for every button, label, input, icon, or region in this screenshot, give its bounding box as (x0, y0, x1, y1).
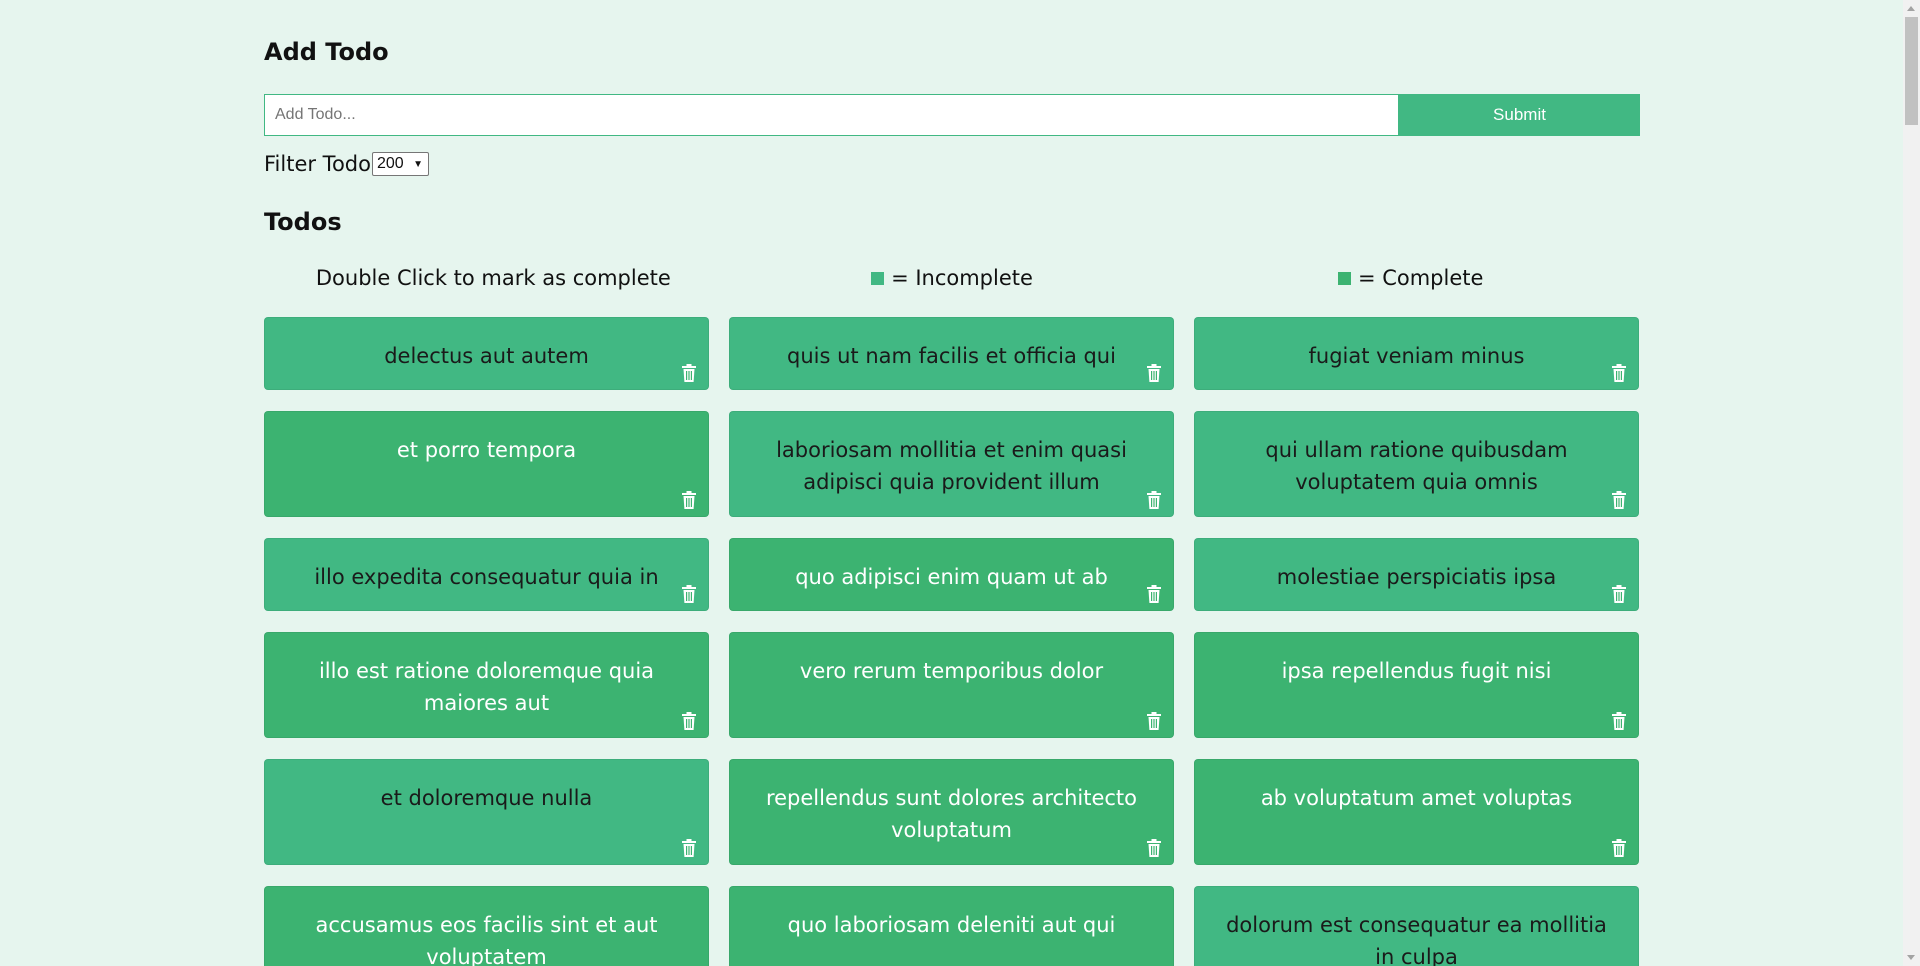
legend-hint: Double Click to mark as complete (264, 266, 723, 290)
todo-card[interactable]: delectus aut autem (264, 317, 709, 390)
todo-title: laboriosam mollitia et enim quasi adipis… (776, 438, 1127, 494)
todo-card[interactable]: qui ullam ratione quibusdam voluptatem q… (1194, 411, 1639, 517)
trash-icon[interactable] (1147, 486, 1161, 509)
trash-icon[interactable] (1612, 580, 1626, 603)
todo-title: ipsa repellendus fugit nisi (1281, 659, 1552, 683)
complete-swatch (1337, 271, 1351, 285)
todo-title: illo expedita consequatur quia in (314, 565, 659, 589)
scroll-down-icon[interactable] (1907, 955, 1915, 960)
trash-icon[interactable] (1612, 961, 1626, 966)
todo-title: et porro tempora (396, 438, 577, 462)
todo-card[interactable]: repellendus sunt dolores architecto volu… (729, 759, 1174, 865)
trash-icon[interactable] (682, 359, 696, 382)
todo-title: dolorum est consequatur ea mollitia in c… (1226, 913, 1607, 966)
todo-title: quo laboriosam deleniti aut qui (787, 913, 1116, 937)
todo-card[interactable]: quis ut nam facilis et officia qui (729, 317, 1174, 390)
add-todo-form: Submit (264, 94, 1640, 136)
todo-card[interactable]: quo adipisci enim quam ut ab (729, 538, 1174, 611)
todo-title: molestiae perspiciatis ipsa (1276, 565, 1557, 589)
submit-button[interactable]: Submit (1399, 94, 1640, 136)
trash-icon[interactable] (1612, 359, 1626, 382)
add-todo-heading: Add Todo (264, 38, 389, 66)
vertical-scrollbar[interactable] (1903, 0, 1920, 966)
trash-icon[interactable] (1612, 834, 1626, 857)
todo-card[interactable]: ipsa repellendus fugit nisi (1194, 632, 1639, 738)
trash-icon[interactable] (682, 486, 696, 509)
todo-title: repellendus sunt dolores architecto volu… (765, 786, 1138, 842)
todo-title: et doloremque nulla (380, 786, 593, 810)
todo-title: fugiat veniam minus (1308, 344, 1525, 368)
trash-icon[interactable] (1147, 834, 1161, 857)
todo-card[interactable]: illo expedita consequatur quia in (264, 538, 709, 611)
todo-title: quo adipisci enim quam ut ab (795, 565, 1108, 589)
trash-icon[interactable] (1147, 707, 1161, 730)
incomplete-swatch (871, 271, 885, 285)
trash-icon[interactable] (682, 580, 696, 603)
todo-title: illo est ratione doloremque quia maiores… (318, 659, 655, 715)
legend-complete: = Complete (1181, 266, 1640, 290)
legend-incomplete: = Incomplete (723, 266, 1182, 290)
todo-card[interactable]: ab voluptatum amet voluptas (1194, 759, 1639, 865)
trash-icon[interactable] (1147, 359, 1161, 382)
todo-card[interactable]: et doloremque nulla (264, 759, 709, 865)
todo-card[interactable]: illo est ratione doloremque quia maiores… (264, 632, 709, 738)
todo-title: quis ut nam facilis et officia qui (787, 344, 1116, 368)
todo-card[interactable]: dolorum est consequatur ea mollitia in c… (1194, 886, 1639, 966)
scrollbar-thumb[interactable] (1905, 17, 1918, 125)
filter-selected-value: 200 (376, 155, 404, 172)
todo-card[interactable]: accusamus eos facilis sint et aut volupt… (264, 886, 709, 966)
page: Add Todo Submit Filter Todo 200 ▼ Todos … (0, 0, 1920, 966)
todo-card[interactable]: molestiae perspiciatis ipsa (1194, 538, 1639, 611)
legend-incomplete-label: = Incomplete (891, 266, 1033, 290)
add-todo-input[interactable] (264, 94, 1399, 136)
todo-card[interactable]: vero rerum temporibus dolor (729, 632, 1174, 738)
todo-title: qui ullam ratione quibusdam voluptatem q… (1265, 438, 1568, 494)
legend: Double Click to mark as complete = Incom… (264, 266, 1640, 290)
todo-title: delectus aut autem (384, 344, 589, 368)
todo-card[interactable]: quo laboriosam deleniti aut qui (729, 886, 1174, 966)
filter-label: Filter Todo (264, 152, 371, 176)
filter-row: Filter Todo 200 ▼ (264, 152, 429, 176)
legend-complete-label: = Complete (1357, 266, 1484, 290)
todo-title: ab voluptatum amet voluptas (1260, 786, 1573, 810)
trash-icon[interactable] (1147, 580, 1161, 603)
filter-select[interactable]: 200 ▼ (371, 152, 429, 176)
trash-icon[interactable] (682, 961, 696, 966)
chevron-down-icon: ▼ (413, 158, 423, 170)
trash-icon[interactable] (682, 707, 696, 730)
legend-hint-text: Double Click to mark as complete (315, 266, 671, 290)
todo-card[interactable]: et porro tempora (264, 411, 709, 517)
trash-icon[interactable] (1612, 707, 1626, 730)
scroll-up-icon[interactable] (1907, 6, 1915, 11)
todo-title: accusamus eos facilis sint et aut volupt… (315, 913, 658, 966)
trash-icon[interactable] (682, 834, 696, 857)
trash-icon[interactable] (1147, 961, 1161, 966)
todo-card[interactable]: fugiat veniam minus (1194, 317, 1639, 390)
todo-card[interactable]: laboriosam mollitia et enim quasi adipis… (729, 411, 1174, 517)
todo-title: vero rerum temporibus dolor (799, 659, 1104, 683)
todos-heading: Todos (264, 208, 342, 236)
trash-icon[interactable] (1612, 486, 1626, 509)
todo-grid: delectus aut autem quis ut nam facilis et… (264, 317, 1640, 966)
